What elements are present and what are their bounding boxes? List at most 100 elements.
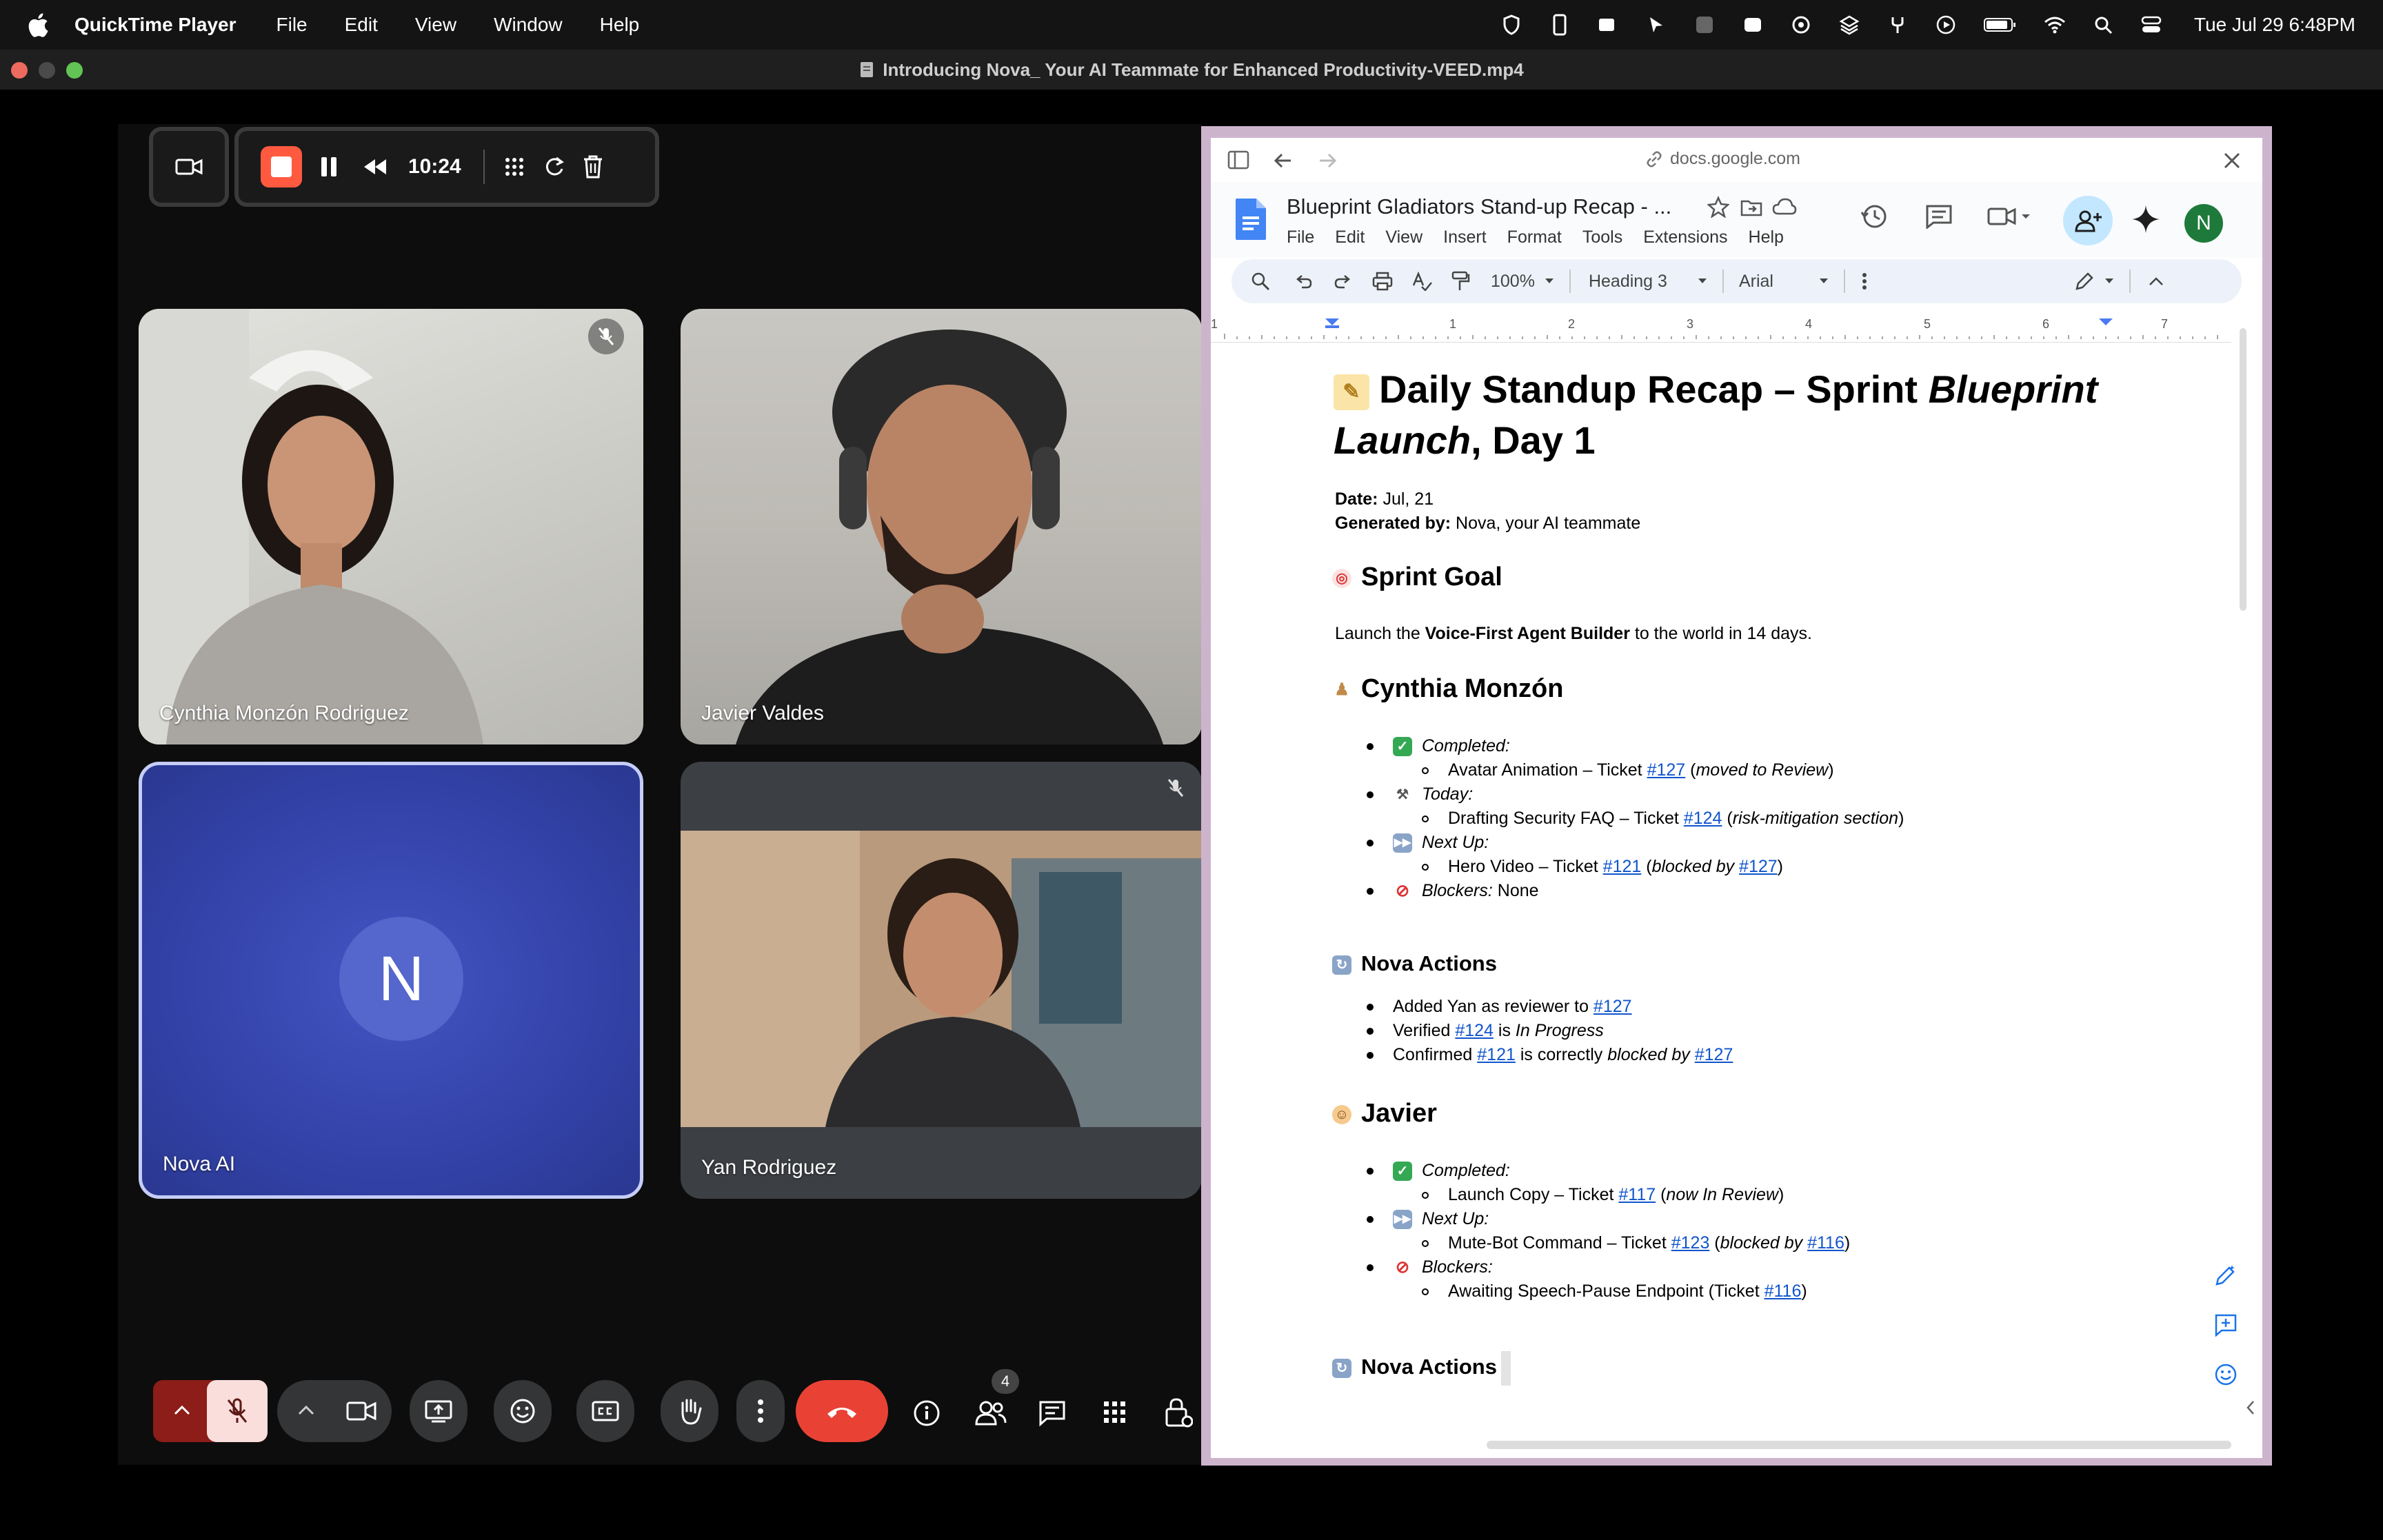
ticket-link[interactable]: #116: [1807, 1233, 1844, 1253]
redo-icon[interactable]: [1334, 272, 1351, 290]
menu-help[interactable]: Help: [600, 14, 640, 36]
cloud-app-icon[interactable]: [1742, 14, 1764, 36]
paint-format-icon[interactable]: [1451, 271, 1470, 292]
chat-button[interactable]: [1038, 1399, 1066, 1427]
ticket-link[interactable]: #121: [1603, 857, 1642, 876]
control-center-icon[interactable]: [2140, 14, 2162, 36]
apple-icon[interactable]: [26, 11, 50, 39]
cursor-icon[interactable]: [1645, 14, 1667, 36]
wifi-icon[interactable]: [2044, 14, 2066, 36]
ticket-link[interactable]: #117: [1618, 1185, 1656, 1204]
back-arrow-icon[interactable]: [1273, 152, 1294, 170]
gemini-icon[interactable]: [2131, 204, 2161, 234]
raise-hand-button[interactable]: [661, 1380, 718, 1442]
participant-tile-yan[interactable]: Yan Rodriguez: [681, 762, 1202, 1199]
sidebar-toggle-icon[interactable]: [1227, 150, 1249, 170]
host-controls-button[interactable]: [1164, 1397, 1193, 1428]
spellcheck-icon[interactable]: [1412, 272, 1433, 291]
menu-edit[interactable]: Edit: [345, 14, 378, 36]
paragraph-style-select[interactable]: Heading 3: [1589, 272, 1667, 292]
ticket-link[interactable]: #121: [1477, 1045, 1516, 1064]
grid-app-icon[interactable]: [1693, 14, 1716, 36]
print-icon[interactable]: [1372, 272, 1393, 291]
fork-icon[interactable]: [1887, 14, 1909, 36]
minimize-window-button[interactable]: [39, 62, 55, 79]
activities-button[interactable]: [1103, 1401, 1127, 1424]
share-button[interactable]: [2063, 196, 2113, 245]
chevron-down-icon[interactable]: [1545, 278, 1554, 285]
font-select[interactable]: Arial: [1739, 272, 1773, 292]
pause-button[interactable]: [319, 155, 339, 179]
docs-logo-icon[interactable]: [1234, 197, 1267, 241]
close-window-button[interactable]: [11, 62, 28, 79]
docs-menu-insert[interactable]: Insert: [1443, 227, 1487, 247]
chevron-down-icon[interactable]: [2104, 278, 2114, 285]
clock[interactable]: Tue Jul 29 6:48PM: [2194, 14, 2355, 36]
add-comment-icon[interactable]: [2205, 1304, 2246, 1346]
recorder-icon[interactable]: [1597, 14, 1619, 36]
phone-icon[interactable]: [1549, 14, 1571, 36]
chatgpt-icon[interactable]: [1790, 14, 1812, 36]
docs-menu-help[interactable]: Help: [1749, 227, 1784, 247]
people-button[interactable]: [975, 1399, 1007, 1427]
editing-mode-icon[interactable]: [2074, 271, 2095, 292]
zoom-select[interactable]: 100%: [1491, 272, 1535, 292]
suggest-edits-icon[interactable]: [2205, 1255, 2246, 1296]
rewind-button[interactable]: [361, 156, 389, 177]
layers-icon[interactable]: [1838, 14, 1860, 36]
delete-icon[interactable]: [581, 154, 605, 180]
end-call-button[interactable]: [796, 1380, 888, 1442]
ticket-link[interactable]: #123: [1671, 1233, 1710, 1253]
horizontal-scrollbar[interactable]: [1487, 1441, 2231, 1449]
app-name[interactable]: QuickTime Player: [74, 14, 237, 36]
restart-icon[interactable]: [543, 155, 566, 179]
chevron-down-icon[interactable]: [1819, 278, 1829, 285]
play-circle-icon[interactable]: [1935, 14, 1957, 36]
menu-window[interactable]: Window: [494, 14, 563, 36]
menu-file[interactable]: File: [276, 14, 308, 36]
docs-menu-tools[interactable]: Tools: [1582, 227, 1622, 247]
more-options-button[interactable]: [736, 1380, 785, 1442]
ticket-link[interactable]: #124: [1455, 1021, 1494, 1040]
ticket-link[interactable]: #116: [1764, 1281, 1802, 1301]
chevron-up-icon[interactable]: [296, 1403, 316, 1417]
more-vert-icon[interactable]: [1862, 272, 1867, 290]
undo-icon[interactable]: [1295, 272, 1313, 290]
url-display[interactable]: docs.google.com: [1645, 149, 1800, 169]
chevron-left-icon[interactable]: [2245, 1399, 2256, 1416]
close-icon[interactable]: [2223, 152, 2241, 170]
participant-tile-javier[interactable]: Javier Valdes: [681, 309, 1202, 744]
move-folder-icon[interactable]: [1740, 197, 1762, 216]
docs-menu-file[interactable]: File: [1287, 227, 1314, 247]
document-page[interactable]: ✎ Daily Standup Recap – Sprint Blueprint …: [1211, 345, 2231, 1448]
docs-menu-extensions[interactable]: Extensions: [1643, 227, 1727, 247]
participant-tile-nova[interactable]: N Nova AI: [139, 762, 643, 1199]
ticket-link[interactable]: #127: [1695, 1045, 1733, 1064]
zoom-window-button[interactable]: [66, 62, 83, 79]
chevron-up-icon[interactable]: [172, 1403, 192, 1417]
mic-toggle-button[interactable]: [207, 1380, 268, 1442]
captions-button[interactable]: [576, 1380, 634, 1442]
stop-recording-button[interactable]: [261, 146, 302, 188]
camera-toggle-button[interactable]: [346, 1399, 376, 1423]
scrollbar-thumb[interactable]: [2240, 328, 2246, 611]
reactions-button[interactable]: [494, 1380, 552, 1442]
collapse-menus-icon[interactable]: [2149, 276, 2164, 286]
meet-call-icon[interactable]: [1987, 205, 2033, 227]
docs-menu-view[interactable]: View: [1385, 227, 1422, 247]
forward-arrow-icon[interactable]: [1317, 152, 1338, 170]
docs-menu-edit[interactable]: Edit: [1335, 227, 1365, 247]
battery-icon[interactable]: [1983, 14, 2018, 36]
comments-icon[interactable]: [1925, 204, 1953, 229]
ticket-link[interactable]: #127: [1593, 997, 1632, 1016]
recorder-camera-button[interactable]: [149, 127, 229, 207]
account-avatar[interactable]: N: [2184, 204, 2223, 243]
ticket-link[interactable]: #127: [1739, 857, 1778, 876]
participant-tile-cynthia[interactable]: Cynthia Monzón Rodriguez: [139, 309, 643, 744]
document-title[interactable]: Blueprint Gladiators Stand-up Recap - ..…: [1287, 194, 1671, 219]
star-icon[interactable]: [1707, 196, 1729, 218]
menu-view[interactable]: View: [415, 14, 456, 36]
ticket-link[interactable]: #124: [1684, 809, 1722, 828]
version-history-icon[interactable]: [1860, 203, 1888, 230]
ticket-link[interactable]: #127: [1647, 760, 1686, 780]
